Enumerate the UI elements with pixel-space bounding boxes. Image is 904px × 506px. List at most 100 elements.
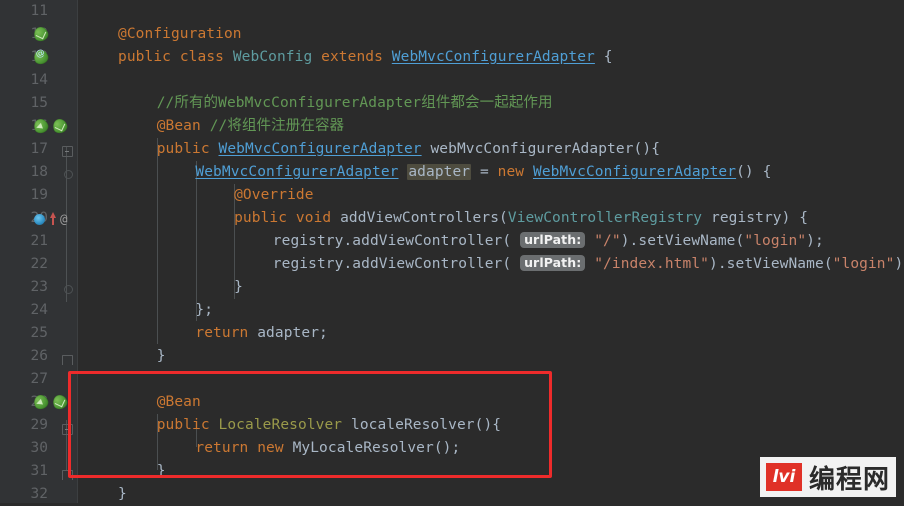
code-line[interactable]: 21 registry.addViewController( urlPath: "… — [0, 230, 904, 253]
override-method-icon[interactable] — [34, 214, 45, 225]
code-line[interactable]: 29 public LocaleResolver localeResolver()… — [0, 414, 904, 437]
line-number: 22 — [30, 256, 48, 272]
line-content[interactable]: public LocaleResolver localeResolver(){ — [157, 414, 501, 437]
line-number: 21 — [30, 233, 48, 249]
line-content[interactable]: WebMvcConfigurerAdapter adapter = new We… — [195, 161, 771, 184]
code-line[interactable]: 17 public WebMvcConfigurerAdapter webMvcC… — [0, 138, 904, 161]
line-content[interactable]: } — [234, 276, 243, 299]
fold-marker-end[interactable] — [62, 355, 73, 365]
line-content[interactable]: }; — [195, 299, 213, 322]
fold-marker[interactable] — [64, 285, 73, 294]
line-number: 14 — [30, 72, 48, 88]
code-editor[interactable]: 11 12@Configuration13public class WebConf… — [0, 0, 904, 503]
code-token: ( — [823, 256, 833, 272]
code-token: ); — [806, 233, 824, 249]
code-line[interactable]: 13public class WebConfig extends WebMvcC… — [0, 46, 904, 69]
code-line[interactable]: 28@Bean — [0, 391, 904, 414]
code-token: = — [471, 164, 498, 180]
code-line[interactable]: 24}; — [0, 299, 904, 322]
fold-marker-collapse[interactable] — [62, 424, 73, 435]
line-number: 19 — [30, 187, 48, 203]
code-token: } — [234, 279, 243, 295]
line-content[interactable]: @Configuration — [118, 23, 242, 46]
line-content[interactable]: return adapter; — [195, 322, 327, 345]
code-line[interactable]: 26} — [0, 345, 904, 368]
code-token: . — [343, 256, 353, 272]
code-token: (); — [433, 440, 461, 456]
watermark-logo: lvi — [765, 463, 802, 491]
line-number: 23 — [30, 279, 48, 295]
code-token: //将组件注册在容器 — [209, 118, 345, 134]
code-line[interactable]: 15 //所有的WebMvcConfigurerAdapter组件都会一起起作用 — [0, 92, 904, 115]
code-token: ( — [499, 210, 508, 226]
code-token: . — [343, 233, 353, 249]
line-content[interactable]: return new MyLocaleResolver(); — [195, 437, 460, 460]
code-token: registry — [272, 256, 344, 272]
code-token: () { — [736, 164, 772, 180]
line-number: 24 — [30, 302, 48, 318]
code-token: "login" — [744, 233, 807, 249]
fold-marker[interactable] — [64, 170, 73, 179]
parameter-hint: urlPath: — [520, 232, 586, 248]
line-content[interactable]: @Bean — [157, 391, 201, 414]
code-line[interactable]: 22 registry.addViewController( urlPath: "… — [0, 253, 904, 276]
code-token: WebMvcConfigurerAdapter — [195, 164, 399, 180]
code-token: adapter — [407, 164, 472, 180]
code-token: ). — [620, 233, 639, 249]
code-token: addViewControllers — [340, 210, 500, 226]
code-line[interactable]: 23} — [0, 276, 904, 299]
code-line[interactable]: 12@Configuration — [0, 23, 904, 46]
code-token: public — [118, 49, 171, 65]
fold-marker-end[interactable] — [62, 470, 73, 480]
code-line[interactable]: 11 — [0, 0, 904, 23]
line-content[interactable]: //所有的WebMvcConfigurerAdapter组件都会一起起作用 — [157, 92, 553, 115]
annotation-at-icon: @ — [60, 211, 68, 226]
line-content[interactable]: public class WebConfig extends WebMvcCon… — [118, 46, 613, 69]
line-number: 11 — [30, 3, 48, 19]
code-token: "login" — [832, 256, 895, 272]
code-token: localeResolver — [350, 417, 475, 433]
code-token: setViewName — [638, 233, 736, 249]
code-token: @Bean — [156, 394, 201, 410]
code-token: public — [156, 417, 210, 433]
line-content[interactable]: registry.addViewController( urlPath: "/i… — [273, 253, 904, 276]
code-token: //所有的WebMvcConfigurerAdapter组件都会一起起作用 — [156, 95, 553, 111]
line-content[interactable]: public void addViewControllers(ViewContr… — [234, 207, 808, 230]
code-token: ( — [502, 256, 521, 272]
code-line[interactable]: 25 return adapter; — [0, 322, 904, 345]
code-line[interactable]: 19 @Override — [0, 184, 904, 207]
line-content[interactable]: public WebMvcConfigurerAdapter webMvcCon… — [157, 138, 660, 161]
code-token: @Bean — [156, 118, 201, 134]
line-content[interactable]: @Bean //将组件注册在容器 — [157, 115, 344, 138]
line-content[interactable]: } — [157, 460, 166, 483]
code-token: ; — [319, 325, 328, 341]
line-number: 29 — [30, 417, 48, 433]
code-token: class — [179, 49, 224, 65]
code-token: "/index.html" — [594, 256, 709, 272]
fold-marker-collapse[interactable] — [62, 146, 73, 157]
code-token: ViewControllerRegistry — [507, 210, 703, 226]
code-token: addViewController — [352, 233, 503, 249]
line-number: 17 — [30, 141, 48, 157]
code-line[interactable]: 20public void addViewControllers(ViewCon… — [0, 207, 904, 230]
line-content[interactable]: } — [157, 345, 166, 368]
code-line[interactable]: 18 WebMvcConfigurerAdapter adapter = new … — [0, 161, 904, 184]
code-line[interactable]: 14 — [0, 69, 904, 92]
code-line[interactable]: 16@Bean //将组件注册在容器 — [0, 115, 904, 138]
line-content[interactable]: registry.addViewController( urlPath: "/"… — [273, 230, 824, 253]
code-token: LocaleResolver — [218, 417, 343, 433]
line-content[interactable]: @Override — [234, 184, 313, 207]
code-line[interactable]: 27 — [0, 368, 904, 391]
code-token: addViewController — [352, 256, 503, 272]
code-token: (){ — [633, 141, 661, 157]
